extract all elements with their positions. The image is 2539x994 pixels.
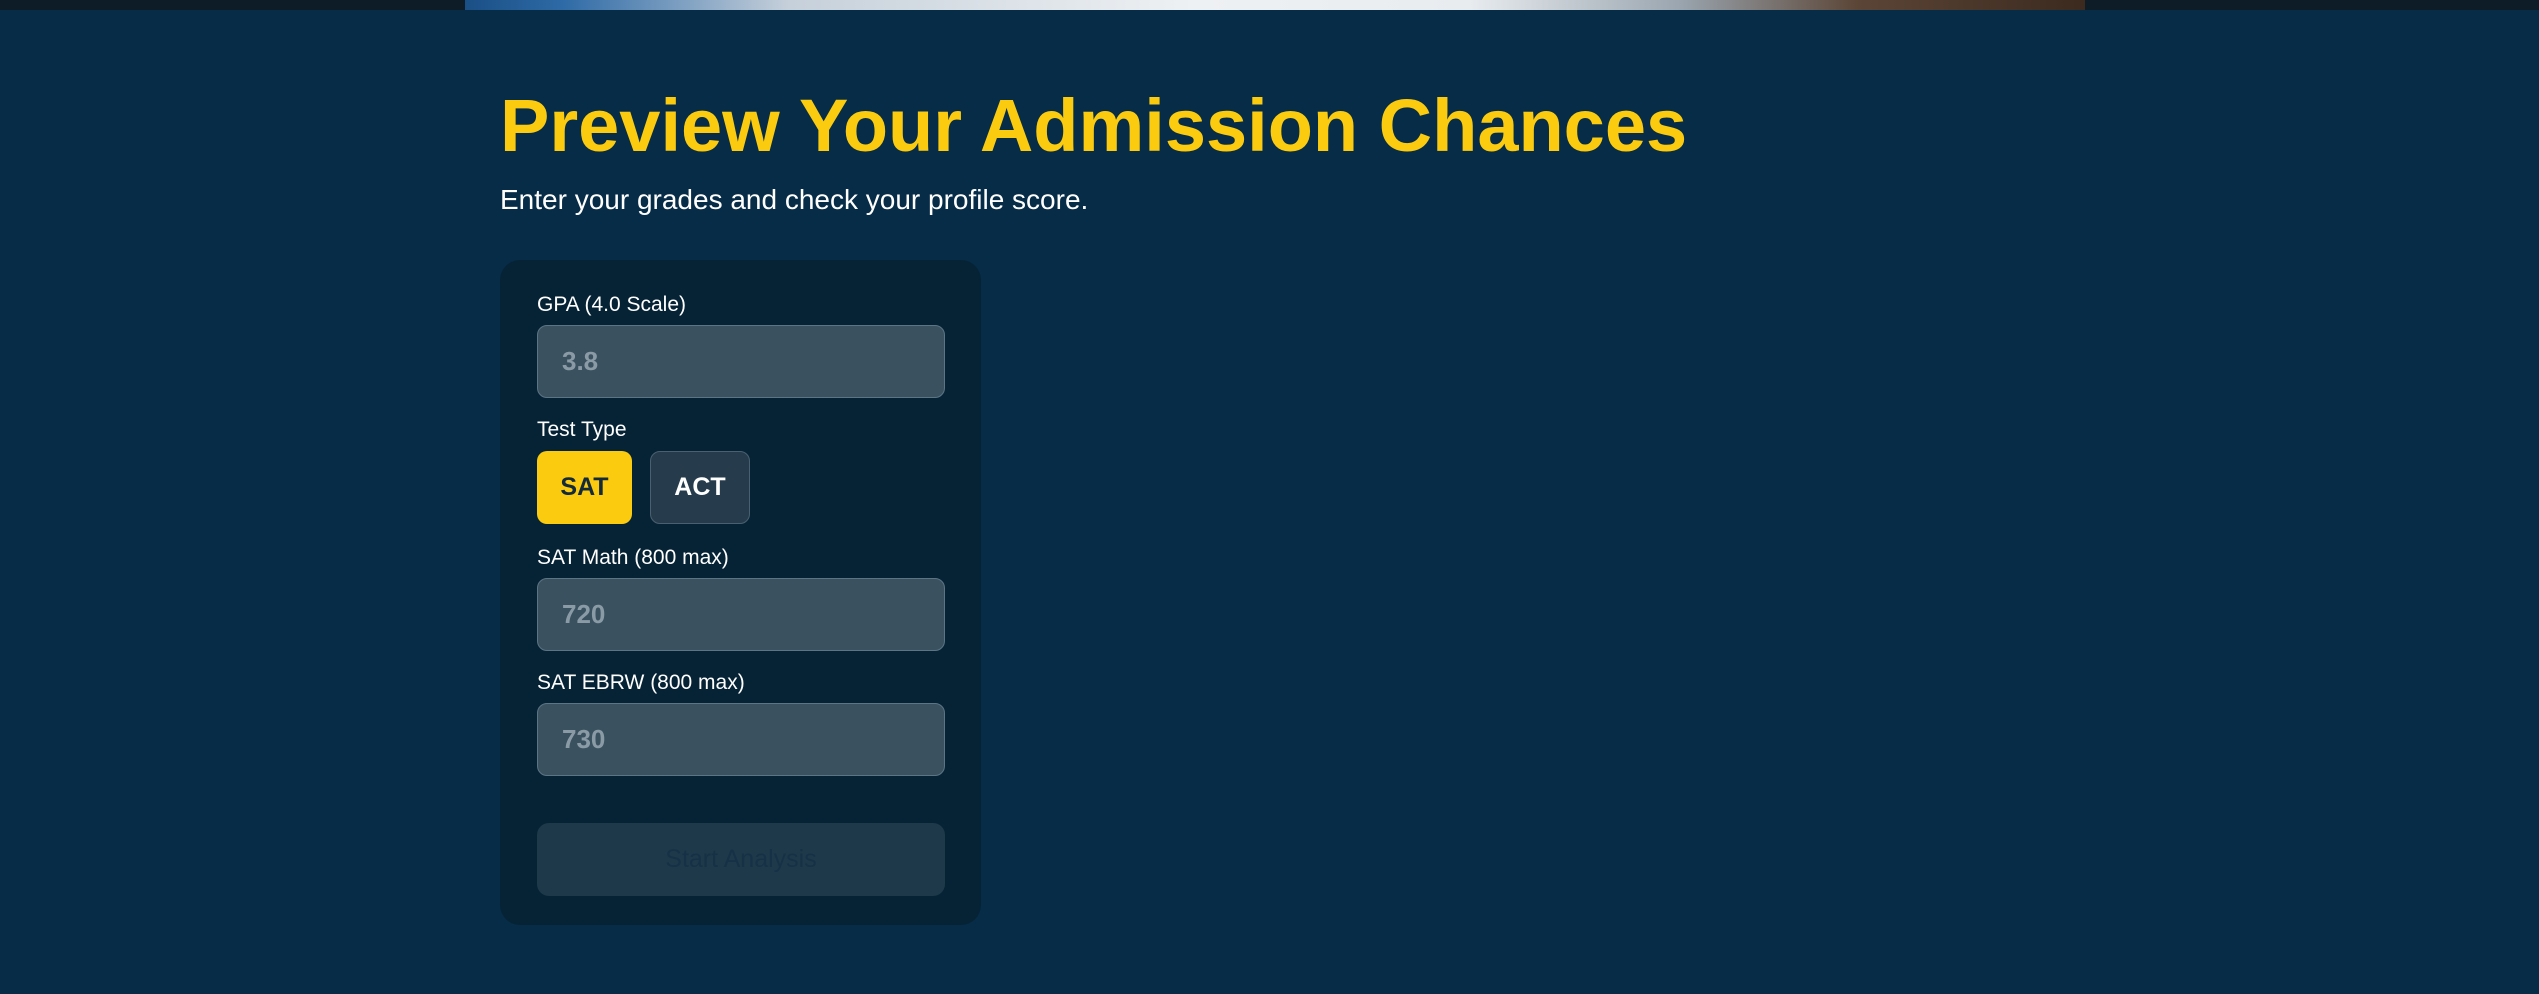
sat-toggle-button[interactable]: SAT — [537, 451, 632, 524]
page-subtitle: Enter your grades and check your profile… — [500, 184, 1089, 215]
sat-math-input[interactable] — [537, 578, 945, 651]
sat-ebrw-label: SAT EBRW (800 max) — [537, 671, 745, 694]
banner-photo — [465, 0, 2085, 10]
admission-form-card: GPA (4.0 Scale) Test Type SAT ACT SAT Ma… — [500, 260, 981, 925]
start-analysis-button[interactable]: Start Analysis — [537, 823, 945, 896]
sat-ebrw-input[interactable] — [537, 703, 945, 776]
hero-section: Preview Your Admission Chances Enter you… — [500, 80, 1900, 218]
test-type-label: Test Type — [537, 418, 627, 441]
gpa-label: GPA (4.0 Scale) — [537, 293, 687, 316]
header-banner-image — [0, 0, 2539, 10]
page-title: Preview Your Admission Chances — [500, 84, 1688, 167]
sat-math-label: SAT Math (800 max) — [537, 546, 729, 569]
gpa-input[interactable] — [537, 325, 945, 398]
act-toggle-button[interactable]: ACT — [650, 451, 750, 524]
